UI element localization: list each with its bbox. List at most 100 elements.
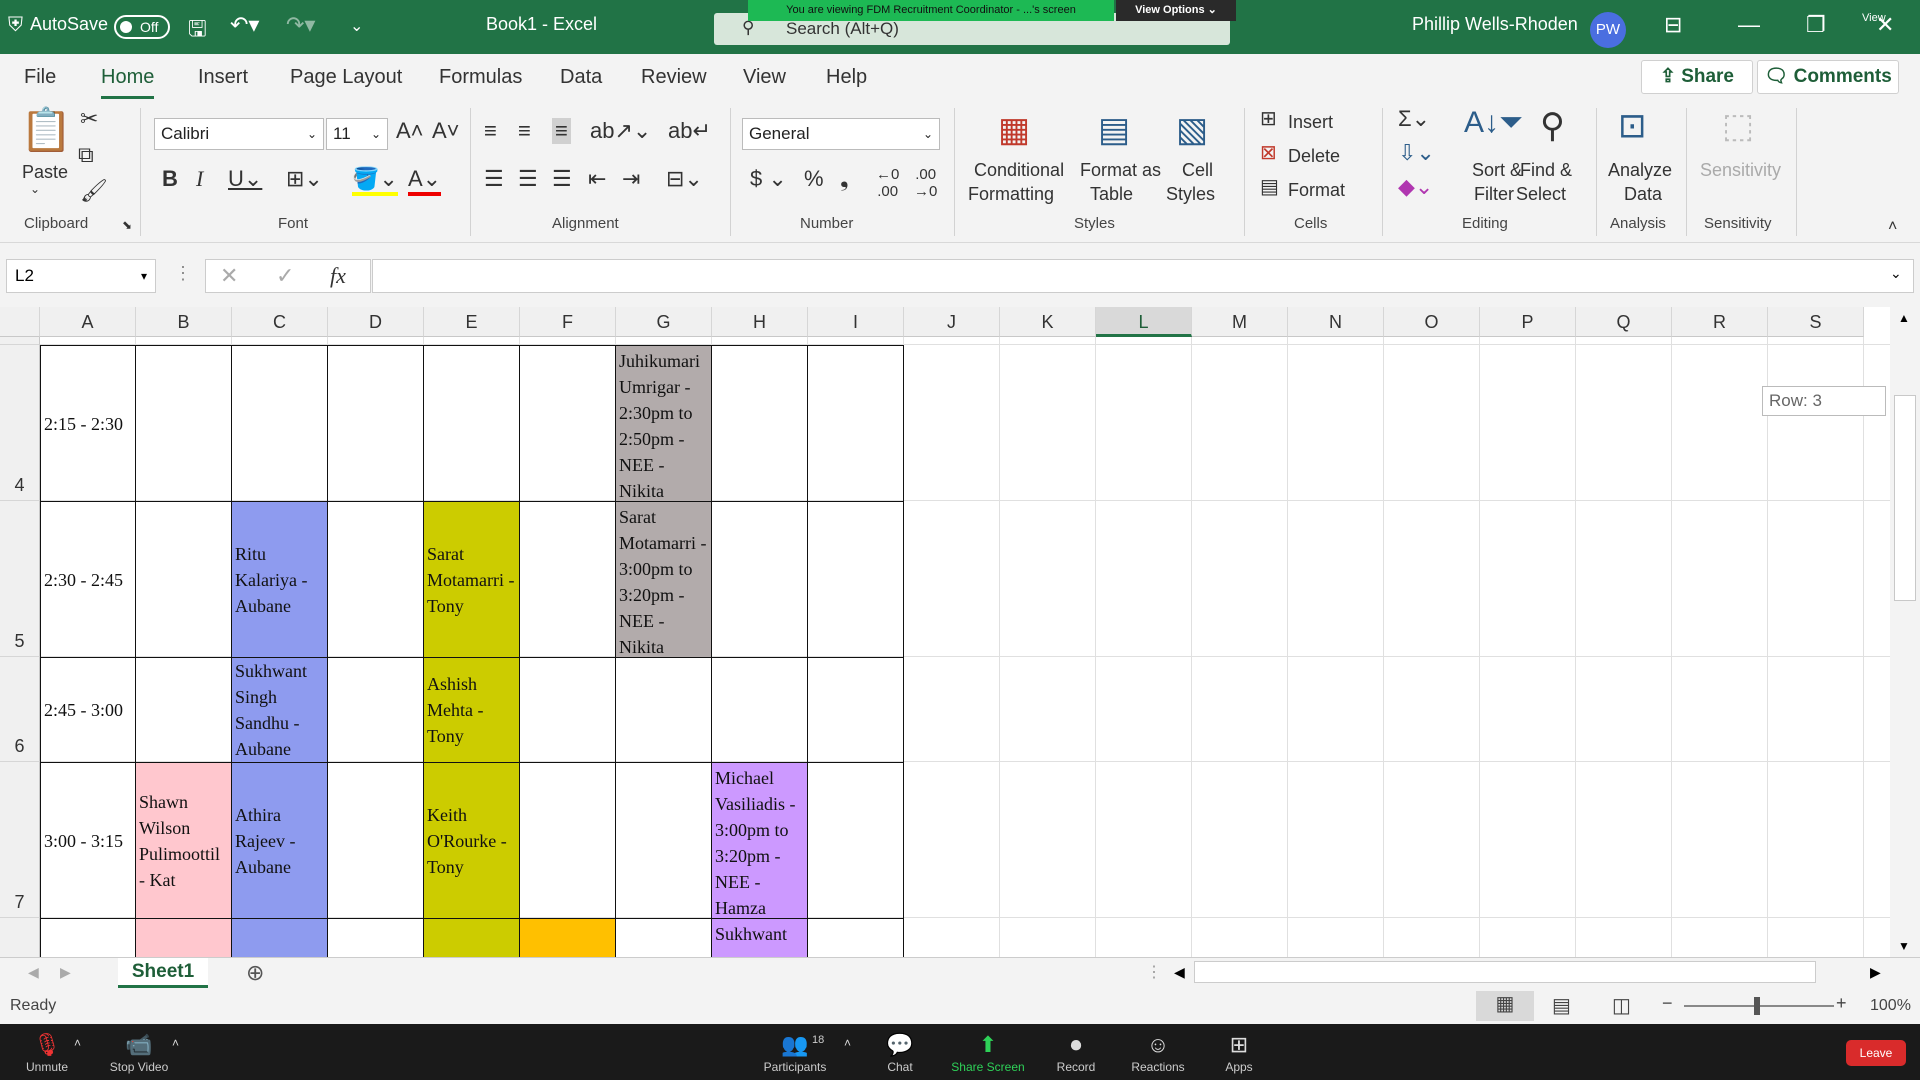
delete-cells-icon[interactable]: ⊠ [1260,140,1277,165]
cut-icon[interactable]: ✂ [80,106,98,132]
cell-g5[interactable]: Sarat Motamarri - 3:00pm to 3:20pm - NEE… [615,501,712,658]
ribbon-display-icon[interactable]: ⊟ [1664,12,1682,38]
decrease-decimal-icon[interactable]: .00 →0 [914,166,937,200]
cell-h5[interactable] [711,501,808,658]
enter-icon[interactable]: ✓ [276,263,294,289]
paste-label[interactable]: Paste [22,160,68,184]
row-header-6[interactable]: 6 [0,657,40,762]
align-top-icon[interactable]: ≡ [484,118,497,144]
find-select-label-2[interactable]: Select [1516,182,1566,206]
percent-icon[interactable]: % [804,166,824,192]
cell-h6[interactable] [711,657,808,763]
tab-data[interactable]: Data [560,66,602,89]
increase-indent-icon[interactable]: ⇥ [622,166,640,192]
collapse-ribbon-icon[interactable]: ˄ [1888,218,1897,236]
page-break-view-icon[interactable]: ◫ [1612,993,1631,1018]
align-right-icon[interactable]: ☰ [552,166,572,192]
cell-d4[interactable] [327,345,424,502]
number-format-combo[interactable]: General ⌄ [742,118,940,150]
currency-icon[interactable]: $ ⌄ [750,166,787,192]
sheet-tab-sheet1[interactable]: Sheet1 [118,958,208,988]
column-header-f[interactable]: F [520,307,616,337]
font-color-icon[interactable]: A⌄ [408,166,442,196]
comma-icon[interactable]: ❟ [840,166,849,192]
cell-g8[interactable] [615,918,712,957]
analyze-data-icon[interactable]: ⊡ [1618,106,1647,146]
column-header-h[interactable]: H [712,307,808,337]
scroll-down-icon[interactable]: ▼ [1898,939,1910,953]
format-label[interactable]: Format [1288,178,1345,202]
add-sheet-icon[interactable]: ⊕ [246,960,264,986]
page-layout-view-icon[interactable]: ▤ [1552,993,1571,1018]
cell-b5[interactable] [135,501,232,658]
align-left-icon[interactable]: ☰ [484,166,504,192]
video-options-icon[interactable]: ˄ [172,1036,179,1050]
cell-e7[interactable]: Keith O'Rourke - Tony [423,762,520,919]
zoom-out-icon[interactable]: − [1662,993,1673,1014]
format-as-table-label-2[interactable]: Table [1090,182,1133,206]
participants-options-icon[interactable]: ˄ [844,1036,851,1050]
borders-icon[interactable]: ⊞⌄ [286,166,323,192]
cell-styles-icon[interactable]: ▧ [1176,110,1208,150]
bold-icon[interactable]: B [162,166,178,192]
name-box[interactable]: L2 ▾ [6,259,156,293]
increase-font-icon[interactable]: A˄ [396,118,424,144]
cell-e8[interactable] [423,918,520,957]
comments-button[interactable]: 🗨 Comments [1757,60,1899,94]
cell-h4[interactable] [711,345,808,502]
cell-d6[interactable] [327,657,424,763]
delete-label[interactable]: Delete [1288,144,1340,168]
unmute-button[interactable]: 🎙 Unmute [22,1032,72,1074]
cell-b8[interactable] [135,918,232,957]
cell-g6[interactable] [615,657,712,763]
cell-f6[interactable] [519,657,616,763]
cell-h8[interactable]: Sukhwant [711,918,808,957]
select-all-corner[interactable] [0,307,40,337]
clipboard-launcher-icon[interactable]: ⬊ [122,218,132,232]
increase-decimal-icon[interactable]: ←0.00 [876,166,899,200]
customize-toolbar-icon[interactable]: ⌄ [350,16,363,36]
prev-sheet-icon[interactable]: ◀ [28,964,39,981]
column-header-c[interactable]: C [232,307,328,337]
conditional-formatting-label-2[interactable]: Formatting [968,182,1054,206]
cell-a5[interactable]: 2:30 - 2:45 [40,501,136,658]
cell-c6[interactable]: Sukhwant Singh Sandhu - Aubane [231,657,328,763]
formula-input[interactable] [372,259,1914,293]
column-header-b[interactable]: B [136,307,232,337]
cell-b6[interactable] [135,657,232,763]
column-header-s[interactable]: S [1768,307,1864,337]
copy-icon[interactable]: ⧉ [78,142,94,168]
cell-a6[interactable]: 2:45 - 3:00 [40,657,136,763]
normal-view-icon[interactable]: ▦ [1476,991,1534,1021]
scroll-right-icon[interactable]: ▶ [1870,964,1881,981]
format-as-table-icon[interactable]: ▤ [1098,110,1130,150]
autosum-icon[interactable]: Σ⌄ [1398,106,1430,132]
cancel-icon[interactable]: ✕ [220,263,238,289]
restore-icon[interactable]: ❐ [1806,12,1826,38]
cell-i7[interactable] [807,762,904,919]
row-header-4[interactable]: 4 [0,345,40,501]
tab-formulas[interactable]: Formulas [439,66,522,89]
clear-icon[interactable]: ◆⌄ [1398,174,1433,200]
share-button[interactable]: ⇪ Share [1641,60,1753,94]
cell-d5[interactable] [327,501,424,658]
cell-e4[interactable] [423,345,520,502]
column-header-l[interactable]: L [1096,307,1192,337]
conditional-formatting-label-1[interactable]: Conditional [974,158,1064,182]
format-cells-icon[interactable]: ▤ [1260,174,1279,199]
insert-label[interactable]: Insert [1288,110,1333,134]
column-header-m[interactable]: M [1192,307,1288,337]
cell-f5[interactable] [519,501,616,658]
conditional-formatting-icon[interactable]: ▦ [998,110,1030,150]
font-name-combo[interactable]: Calibri ⌄ [154,118,324,150]
cell-f7[interactable] [519,762,616,919]
cell-a8[interactable] [40,918,136,957]
autosave-toggle[interactable]: Off [114,15,170,39]
paste-dropdown-icon[interactable]: ⌄ [30,182,40,196]
column-header-j[interactable]: J [904,307,1000,337]
next-sheet-icon[interactable]: ▶ [60,964,71,981]
cell-i5[interactable] [807,501,904,658]
sort-filter-label-1[interactable]: Sort & [1472,158,1522,182]
row-header-7[interactable]: 7 [0,762,40,918]
decrease-font-icon[interactable]: A˅ [432,118,460,144]
